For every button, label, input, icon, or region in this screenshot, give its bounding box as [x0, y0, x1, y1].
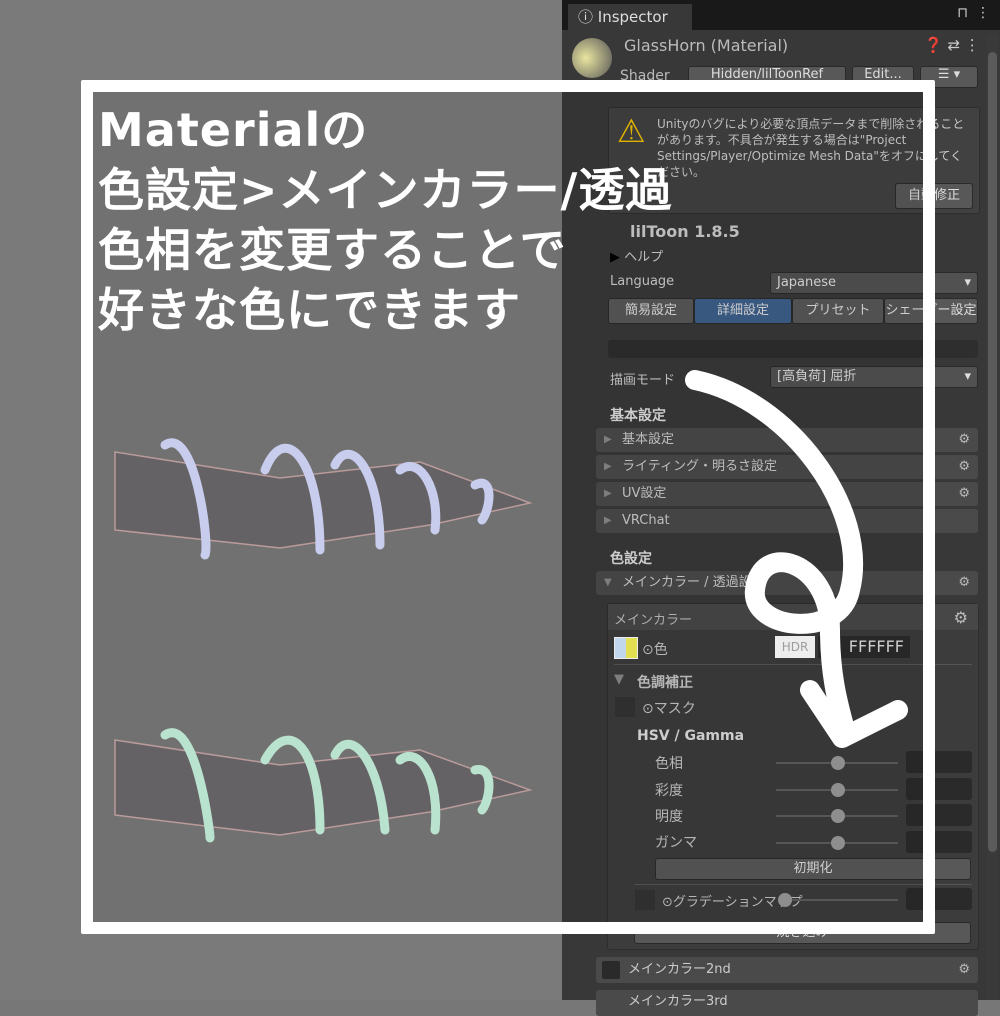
- caption-line: 色相を変更することで: [98, 223, 567, 277]
- scrollbar[interactable]: [987, 34, 998, 1000]
- foldout-label: メインカラー3rd: [628, 994, 728, 1009]
- lock-icon[interactable]: ⊓: [957, 5, 968, 21]
- gear-icon[interactable]: ⚙: [958, 957, 970, 983]
- material-preview-icon: [572, 38, 612, 78]
- header-icons[interactable]: ❓ ⇄ ⋮: [924, 36, 980, 54]
- caption-line: 好きな色にできます: [98, 283, 521, 337]
- tab-label: Inspector: [597, 8, 668, 26]
- foldout-label: メインカラー2nd: [628, 962, 731, 977]
- toggle-checkbox[interactable]: [602, 961, 620, 979]
- material-title: GlassHorn (Material): [624, 36, 789, 55]
- caption-line: Materialの: [98, 103, 369, 157]
- foldout-main-color-3rd[interactable]: メインカラー3rd: [596, 990, 978, 1016]
- more-icon[interactable]: ⋮: [976, 5, 990, 21]
- caption-line: 色設定>メインカラー/透過: [98, 163, 673, 217]
- gear-icon[interactable]: ⚙: [954, 608, 968, 627]
- gear-icon[interactable]: ⚙: [958, 428, 970, 452]
- foldout-main-color-2nd[interactable]: メインカラー2nd ⚙: [596, 957, 978, 983]
- tab-inspector[interactable]: ⓘ Inspector: [568, 4, 692, 30]
- arrow-annotation: [685, 370, 908, 748]
- gear-icon[interactable]: ⚙: [958, 482, 970, 506]
- gear-icon[interactable]: ⚙: [958, 455, 970, 479]
- overlay-caption: Materialの 色設定>メインカラー/透過 色相を変更することで 好きな色に…: [98, 100, 672, 340]
- gear-icon[interactable]: ⚙: [958, 571, 970, 595]
